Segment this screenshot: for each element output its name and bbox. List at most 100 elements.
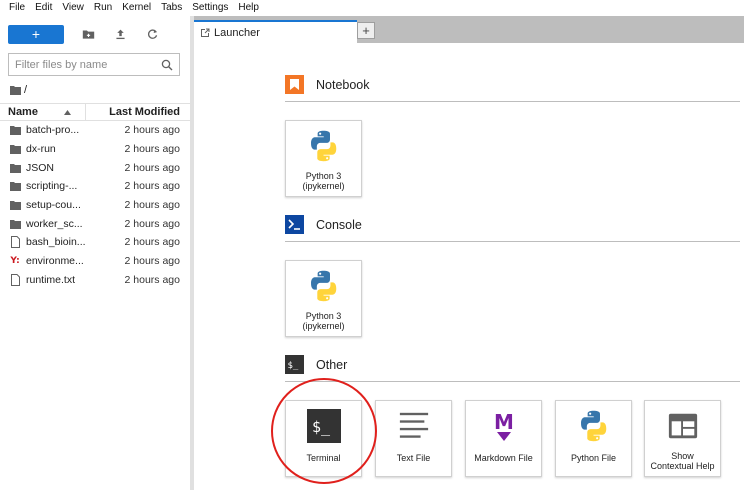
file-list: batch-pro... 2 hours ago dx-run 2 hours … — [0, 121, 190, 289]
console-python3-card[interactable]: Python 3 (ipykernel) — [285, 260, 362, 337]
python-logo-icon — [305, 267, 343, 305]
file-name: scripting-... — [26, 180, 78, 193]
refresh-icon[interactable] — [144, 26, 160, 42]
file-name: JSON — [26, 161, 55, 174]
file-modified: 2 hours ago — [124, 255, 180, 268]
name-column-header[interactable]: Name — [0, 104, 86, 120]
menu-view[interactable]: View — [57, 0, 89, 16]
menu-edit[interactable]: Edit — [30, 0, 57, 16]
card-label-line1: Python 3 — [305, 171, 342, 181]
list-item[interactable]: Y: environme... 2 hours ago — [0, 252, 190, 271]
notebook-section-title: Notebook — [316, 77, 370, 92]
terminal-icon: $_ — [305, 407, 343, 445]
text-file-card[interactable]: Text File — [375, 400, 452, 477]
contextual-help-icon — [664, 407, 702, 445]
card-label-line2: (ipykernel) — [302, 181, 345, 191]
upload-icon[interactable] — [112, 26, 128, 42]
card-label-line2: Contextual Help — [650, 461, 715, 471]
notebook-section: Notebook — [285, 74, 740, 102]
card-label-line1: Show — [671, 451, 694, 461]
last-modified-column-header[interactable]: Last Modified — [86, 106, 190, 118]
python-logo-icon — [575, 407, 613, 445]
svg-text:$_: $_ — [288, 361, 299, 371]
card-label-line1: Python 3 — [305, 311, 342, 321]
menu-kernel[interactable]: Kernel — [117, 0, 156, 16]
search-icon — [161, 59, 173, 70]
list-item[interactable]: JSON 2 hours ago — [0, 158, 190, 177]
folder-icon[interactable] — [10, 85, 21, 95]
file-icon — [9, 273, 21, 286]
contextual-help-card[interactable]: Show Contextual Help — [644, 400, 721, 477]
file-name: setup-cou... — [26, 199, 81, 212]
breadcrumb: / — [10, 84, 27, 96]
card-label: Text File — [396, 453, 431, 463]
menu-run[interactable]: Run — [89, 0, 117, 16]
console-icon — [285, 215, 304, 234]
other-section-header: $_ Other — [285, 354, 740, 382]
file-browser-toolbar: + — [8, 24, 160, 44]
filter-files-input[interactable] — [15, 58, 161, 71]
svg-text:$_: $_ — [312, 418, 331, 436]
launcher-icon — [201, 28, 210, 37]
file-name: worker_sc... — [26, 217, 83, 230]
markdown-icon: M — [485, 407, 523, 445]
other-section-title: Other — [316, 357, 348, 372]
card-label: Python 3 (ipykernel) — [302, 171, 344, 191]
file-modified: 2 hours ago — [124, 199, 180, 212]
card-label-line2: (ipykernel) — [302, 321, 345, 331]
list-item[interactable]: batch-pro... 2 hours ago — [0, 121, 190, 140]
file-modified: 2 hours ago — [124, 236, 180, 249]
list-item[interactable]: worker_sc... 2 hours ago — [0, 214, 190, 233]
text-file-icon — [395, 407, 433, 445]
new-folder-icon[interactable] — [80, 26, 96, 42]
card-label: Python File — [570, 453, 617, 463]
file-modified: 2 hours ago — [124, 180, 180, 193]
launcher-panel: Notebook Python 3 (ipykernel) Console Py… — [194, 43, 744, 490]
tab-launcher[interactable]: Launcher — [194, 20, 357, 43]
folder-icon — [9, 143, 21, 155]
list-item[interactable]: runtime.txt 2 hours ago — [0, 271, 190, 290]
card-label: Markdown File — [474, 453, 533, 463]
terminal-section-icon: $_ — [285, 355, 304, 374]
yaml-icon: Y: — [10, 256, 20, 267]
file-name: environme... — [26, 255, 84, 268]
file-modified: 2 hours ago — [124, 273, 180, 286]
breadcrumb-root[interactable]: / — [24, 84, 27, 96]
terminal-card[interactable]: $_ Terminal — [285, 400, 362, 477]
file-icon — [9, 236, 21, 249]
menu-tabs[interactable]: Tabs — [156, 0, 187, 16]
console-section: Console — [285, 214, 740, 242]
list-item[interactable]: bash_bioin... 2 hours ago — [0, 233, 190, 252]
list-item[interactable]: setup-cou... 2 hours ago — [0, 196, 190, 215]
tab-launcher-label: Launcher — [214, 26, 260, 39]
new-tab-button[interactable]: + — [357, 22, 375, 39]
file-modified: 2 hours ago — [124, 143, 180, 156]
file-name: runtime.txt — [26, 273, 76, 286]
notebook-section-header: Notebook — [285, 74, 740, 102]
menu-settings[interactable]: Settings — [187, 0, 233, 16]
folder-icon — [9, 199, 21, 211]
notebook-python3-card[interactable]: Python 3 (ipykernel) — [285, 120, 362, 197]
python-file-card[interactable]: Python File — [555, 400, 632, 477]
python-logo-icon — [305, 127, 343, 165]
file-name: bash_bioin... — [26, 236, 86, 249]
menu-help[interactable]: Help — [233, 0, 264, 16]
console-section-header: Console — [285, 214, 740, 242]
markdown-file-card[interactable]: M Markdown File — [465, 400, 542, 477]
folder-icon — [9, 124, 21, 136]
other-section: $_ Other — [285, 354, 740, 382]
svg-text:M: M — [494, 410, 514, 434]
file-name: dx-run — [26, 143, 56, 156]
card-label: Show Contextual Help — [650, 451, 714, 471]
folder-icon — [9, 218, 21, 230]
sort-ascending-icon — [64, 110, 71, 115]
list-item[interactable]: dx-run 2 hours ago — [0, 140, 190, 159]
name-column-label: Name — [8, 106, 38, 118]
new-launcher-button[interactable]: + — [8, 24, 64, 44]
card-label: Python 3 (ipykernel) — [302, 311, 344, 331]
menu-file[interactable]: File — [4, 0, 30, 16]
console-section-title: Console — [316, 217, 362, 232]
folder-icon — [9, 180, 21, 192]
menu-bar: File Edit View Run Kernel Tabs Settings … — [0, 0, 744, 16]
list-item[interactable]: scripting-... 2 hours ago — [0, 177, 190, 196]
